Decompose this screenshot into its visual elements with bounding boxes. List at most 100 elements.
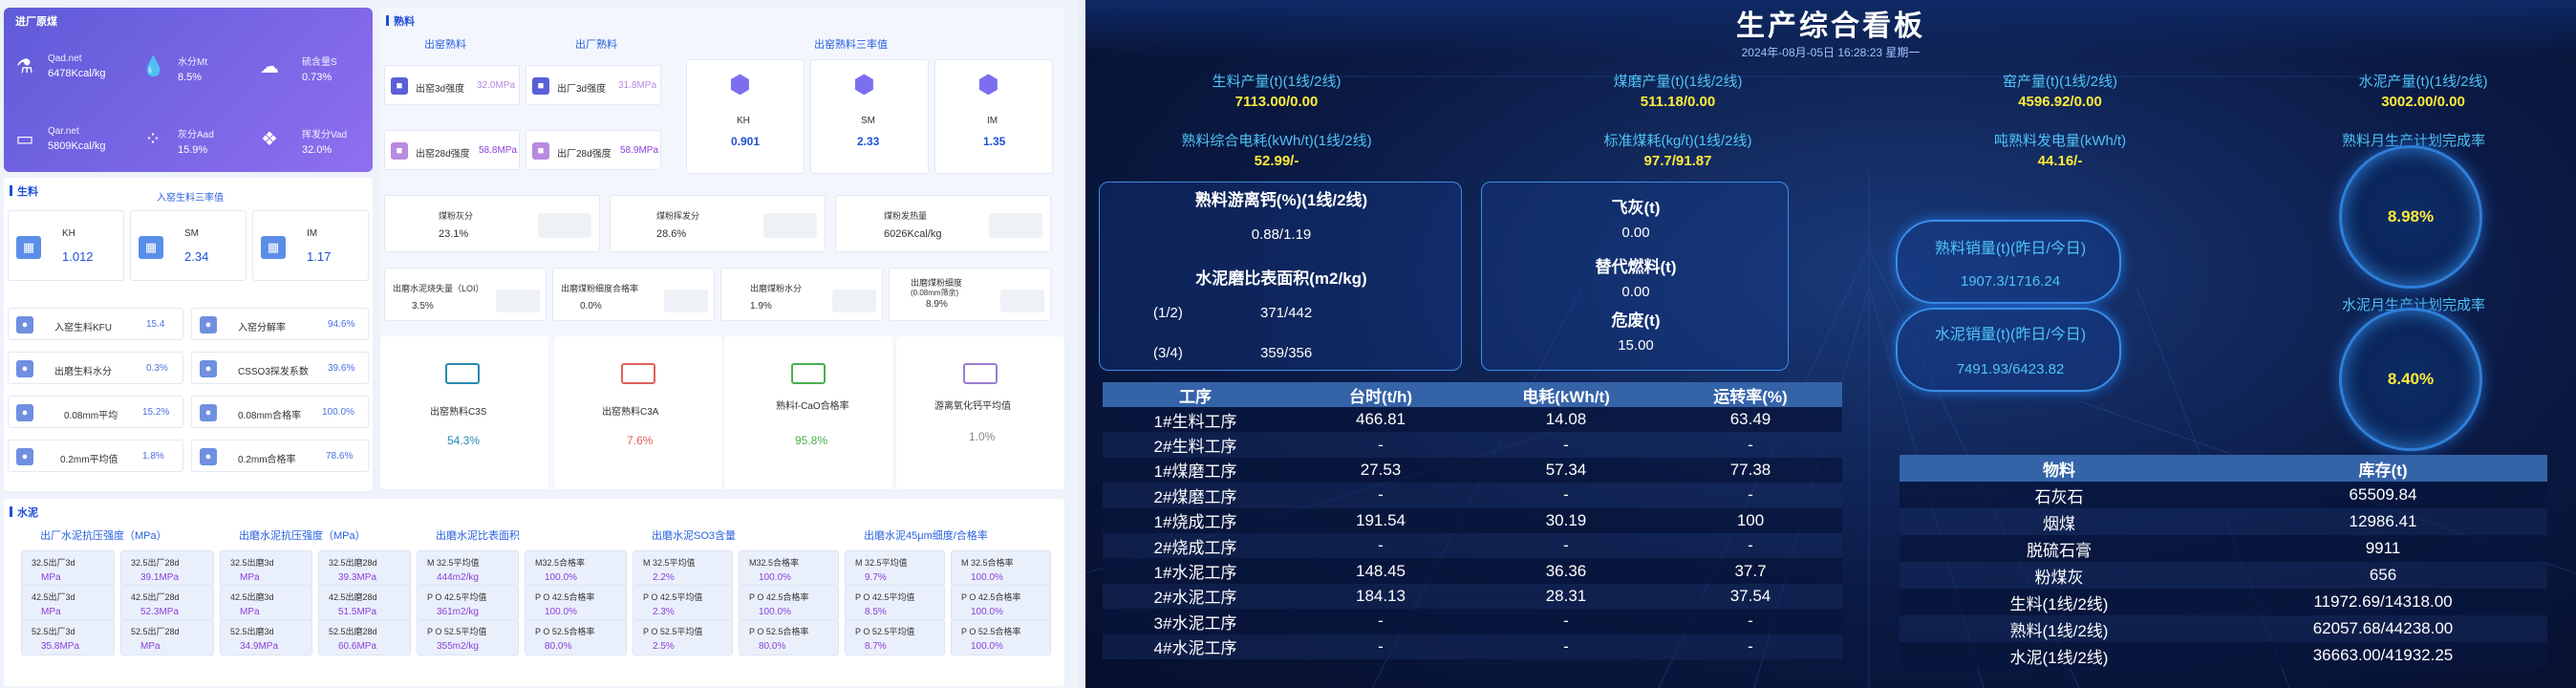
cement-group-header: 出磨水泥45μm细度/合格率 xyxy=(864,530,988,542)
cement-metric-card: 32.5出厂28d 39.1MPa xyxy=(120,550,214,587)
cement-metric-card: 52.5出磨28d 60.6MPa xyxy=(318,619,411,656)
cement-metric-label: P O 52.5平均值 xyxy=(427,627,487,636)
table-cell: 28.31 xyxy=(1473,583,1659,610)
factory-icon: ▦ xyxy=(139,236,163,259)
cement-metric-card: M32.5合格率 100.0% xyxy=(525,550,627,587)
table-cell: 37.7 xyxy=(1659,558,1842,584)
dashboard-title: 生产综合看板 xyxy=(1736,11,1925,42)
cement-metric-label: P O 52.5平均值 xyxy=(855,627,915,636)
mill-graphic xyxy=(1000,290,1044,312)
table-cell: - xyxy=(1473,609,1659,634)
clinker-metric-card: 游离氧化钙平均值 1.0% xyxy=(896,336,1064,489)
cement-metric-label: 42.5出磨28d xyxy=(329,592,377,602)
table-cell: 1#生料工序 xyxy=(1103,407,1288,433)
metric-label: 熟料f-CaO合格率 xyxy=(776,401,849,412)
box-value: 0.00 xyxy=(1621,225,1650,241)
raw-row-label: 入窑分解率 xyxy=(238,323,286,333)
raw-row-label: 0.08mm合格率 xyxy=(238,411,302,421)
coal-card: 煤粉灰分 23.1% xyxy=(384,195,600,252)
incoming-coal-title: 进厂原煤 xyxy=(15,16,57,28)
cement-metric-value: 100.0% xyxy=(759,607,791,617)
sulfur-cloud-icon: ☁ xyxy=(260,56,279,77)
raw-row-card: ● 0.2mm平均值 1.8% xyxy=(8,440,183,472)
box-row-value: 371/442 xyxy=(1260,305,1313,321)
clinker-header: 出窑熟料三率值 xyxy=(814,39,888,51)
table-cell: 1#烧成工序 xyxy=(1103,507,1288,533)
cement-metric-label: 52.5出磨3d xyxy=(230,627,274,636)
cement-metric-label: P O 42.5合格率 xyxy=(749,592,809,602)
box-title: 水泥磨比表面积(m2/kg) xyxy=(1195,269,1367,288)
cement-metric-card: M 32.5平均值 444m2/kg xyxy=(417,550,519,587)
kpi-value: 511.18/0.00 xyxy=(1640,94,1716,110)
cement-metric-card: P O 42.5合格率 100.0% xyxy=(525,585,627,621)
cement-metric-label: 32.5出厂3d xyxy=(32,558,75,568)
table-cell: 熟料(1线/2线) xyxy=(1900,615,2219,642)
table-cell: 石灰石 xyxy=(1900,482,2219,508)
mill-graphic xyxy=(496,290,540,312)
raw-row-value: 94.6% xyxy=(328,319,355,330)
kpi-label: 吨熟料发电量(kWh/t) xyxy=(1993,133,2127,149)
strength-label: 出窑28d强度 xyxy=(416,149,470,160)
cement-metric-label: 52.5出厂3d xyxy=(32,627,75,636)
cube-stack-icon: ⬢ xyxy=(853,70,875,98)
raw-row-label: 0.08mm平均 xyxy=(64,411,118,421)
cement-group-header: 出磨水泥抗压强度（MPa） xyxy=(239,530,366,542)
battery-icon: ▭ xyxy=(15,129,34,150)
metric-value: 54.3% xyxy=(447,434,481,447)
cement-metric-value: MPa xyxy=(240,572,260,583)
strength-value: 31.8MPa xyxy=(618,80,657,91)
cement-metric-value: 100.0% xyxy=(759,572,791,583)
cement-metric-value: 60.6MPa xyxy=(338,641,377,652)
table-cell: 2#生料工序 xyxy=(1103,432,1288,458)
table-cell: 63.49 xyxy=(1659,407,1842,433)
kpi-value: 7113.00/0.00 xyxy=(1234,94,1319,110)
table-cell: 4#水泥工序 xyxy=(1103,634,1288,659)
table-row: 烟煤 12986.41 xyxy=(1900,508,2547,535)
raw-row-value: 1.8% xyxy=(142,451,164,462)
cement-metric-card: P O 52.5平均值 2.5% xyxy=(633,619,733,656)
table-cell: 36663.00/41932.25 xyxy=(2219,642,2547,669)
table-cell: - xyxy=(1659,483,1842,508)
table-cell: 生料(1线/2线) xyxy=(1900,589,2219,615)
cement-metric-card: M 32.5合格率 100.0% xyxy=(951,550,1051,587)
cement-metric-label: 32.5出磨28d xyxy=(329,558,377,568)
box-value: 0.00 xyxy=(1621,284,1650,300)
cement-metric-value: 100.0% xyxy=(545,572,577,583)
table-header: 电耗(kWh/t) xyxy=(1473,382,1659,407)
coal-label: 煤粉发热量 xyxy=(884,211,928,221)
cement-metric-card: 42.5出磨28d 51.5MPa xyxy=(318,585,411,621)
table-cell: - xyxy=(1288,609,1473,634)
table-cell: 62057.68/44238.00 xyxy=(2219,615,2547,642)
table-cell: - xyxy=(1473,432,1659,458)
table-row: 3#水泥工序 - - - xyxy=(1103,609,1842,634)
cement-group-header: 出厂水泥抗压强度（MPa） xyxy=(40,530,167,542)
cement-metric-value: MPa xyxy=(240,607,260,617)
coal-graphic xyxy=(989,213,1042,238)
table-row: 4#水泥工序 - - - xyxy=(1103,634,1842,659)
cement-metric-value: 2.5% xyxy=(653,641,675,652)
cement-metric-card: P O 42.5合格率 100.0% xyxy=(951,585,1051,621)
clinker-metric-card: 出窑熟料C3A 7.6% xyxy=(554,336,722,489)
table-row: 1#生料工序 466.81 14.08 63.49 xyxy=(1103,407,1842,433)
raw-row-label: CSSO3探发系数 xyxy=(238,367,309,377)
cement-metric-card: P O 42.5合格率 100.0% xyxy=(739,585,839,621)
box-title: 危废(t) xyxy=(1611,312,1661,330)
tray-icon xyxy=(621,363,655,384)
coal-card: 煤粉发热量 6026Kcal/kg xyxy=(835,195,1051,252)
free-lime-box: 熟料游离钙(%)(1线/2线) 0.88/1.19 水泥磨比表面积(m2/kg)… xyxy=(1099,182,1462,371)
table-header: 运转率(%) xyxy=(1659,382,1842,407)
ratio-label: KH xyxy=(737,116,750,126)
table-cell: 466.81 xyxy=(1288,407,1473,433)
cement-metric-card: P O 52.5合格率 80.0% xyxy=(525,619,627,656)
mill-label: 出磨水泥烧失量（LOI） xyxy=(393,284,484,293)
raw-row-card: ● 0.08mm合格率 100.0% xyxy=(191,396,369,428)
box-value: 0.88/1.19 xyxy=(1251,226,1312,243)
clinker-ratio-sm: ⬢ SM 2.33 xyxy=(810,59,929,174)
ash-dots-icon: ⁘ xyxy=(144,129,161,150)
cement-metric-label: P O 42.5平均值 xyxy=(427,592,487,602)
cement-metric-value: 8.7% xyxy=(865,641,887,652)
table-row: 2#水泥工序 184.13 28.31 37.54 xyxy=(1103,583,1842,610)
kpi-value: 97.7/91.87 xyxy=(1643,153,1712,169)
cement-metric-label: P O 42.5平均值 xyxy=(855,592,915,602)
factory-icon: ▦ xyxy=(261,236,286,259)
